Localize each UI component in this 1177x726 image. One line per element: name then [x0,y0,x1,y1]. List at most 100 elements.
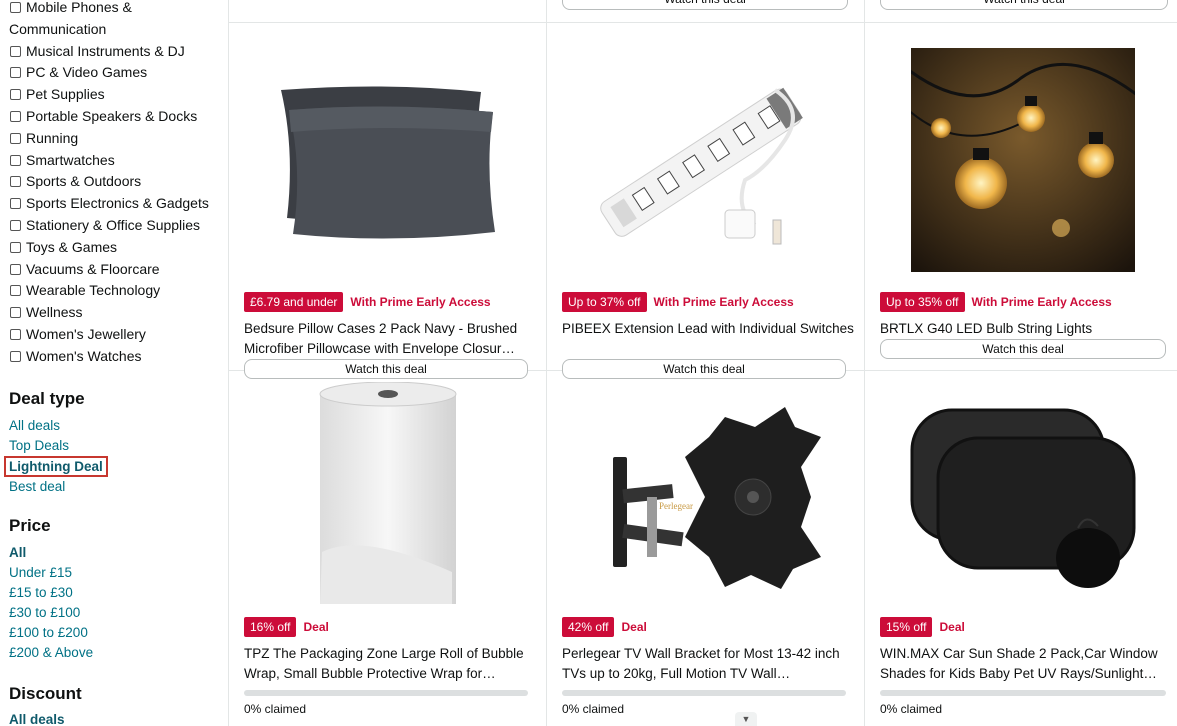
deal-type-heading: Deal type [9,389,85,408]
category-label: Wearable Technology [26,282,161,299]
deal-badges: Up to 35% off With Prime Early Access [880,292,1112,312]
category-label: Pet Supplies [26,86,105,103]
checkbox[interactable] [10,198,21,210]
checkbox[interactable] [10,285,21,297]
watch-deal-button[interactable]: Watch this deal [880,339,1166,359]
product-image-bubble-wrap[interactable] [228,382,546,612]
discount-badge: Up to 37% off [562,292,647,312]
product-title-link[interactable]: Bedsure Pillow Cases 2 Pack Navy - Brush… [244,319,536,359]
tv-bracket-image: Perlegear [613,407,821,589]
price-100-200-link[interactable]: £100 to £200 [9,623,219,643]
watch-deal-button[interactable]: Watch this deal [562,0,848,10]
checkbox[interactable] [10,350,21,362]
product-title-link[interactable]: WIN.MAX Car Sun Shade 2 Pack,Car Window … [880,644,1172,684]
price-30-100-link[interactable]: £30 to £100 [9,603,219,623]
price-200-above-link[interactable]: £200 & Above [9,643,219,663]
category-label: Toys & Games [26,238,118,255]
deal-type-best-link[interactable]: Best deal [9,477,219,497]
deal-label: With Prime Early Access [653,295,794,309]
category-option[interactable]: PC & Video Games [9,62,223,84]
price-links: All Under £15 £15 to £30 £30 to £100 £10… [9,543,219,663]
price-all-link[interactable]: All [9,543,219,563]
checkbox[interactable] [10,67,21,79]
category-option[interactable]: Women's Jewellery [9,324,223,346]
product-image-pillowcases[interactable] [228,36,546,284]
discount-badge: 42% off [562,617,615,637]
checkbox[interactable] [10,132,21,144]
filter-sidebar: Mobile Phones & Communication Musical In… [0,0,226,726]
price-under-15-link[interactable]: Under £15 [9,563,219,583]
price-heading: Price [9,516,51,535]
category-option[interactable]: Sports & Outdoors [9,171,223,193]
category-option-continued[interactable]: Communication [9,19,223,41]
deal-label: With Prime Early Access [971,295,1112,309]
category-option[interactable]: Wearable Technology [9,280,223,302]
discount-all-link[interactable]: All deals [9,710,219,726]
category-label: Portable Speakers & Docks [26,107,198,124]
scroll-down-icon[interactable]: ▼ [735,712,757,726]
checkbox[interactable] [10,89,21,101]
claimed-progress-bar [244,690,528,696]
deal-badges: £6.79 and under With Prime Early Access [244,292,491,312]
deal-card[interactable]: Up to 35% off With Prime Early Access BR… [864,22,1177,370]
watch-deal-button[interactable]: Watch this deal [880,0,1168,10]
deal-type-lightning-link[interactable]: Lightning Deal [4,456,108,477]
product-title-link[interactable]: TPZ The Packaging Zone Large Roll of Bub… [244,644,536,684]
checkbox[interactable] [10,110,21,122]
price-15-30-link[interactable]: £15 to £30 [9,583,219,603]
category-option[interactable]: Running [9,128,223,150]
checkbox[interactable] [10,176,21,188]
deal-card[interactable]: Perlegear 42% off Deal Perlegear TV Wall… [546,370,864,718]
claimed-status: 0% claimed [244,702,307,716]
product-title-link[interactable]: Perlegear TV Wall Bracket for Most 13-42… [562,644,854,684]
deal-card[interactable]: 16% off Deal TPZ The Packaging Zone Larg… [228,370,546,718]
checkbox[interactable] [10,328,21,340]
deals-grid: Watch this deal Watch this deal £6.79 an… [228,0,1177,726]
category-option[interactable]: Stationery & Office Supplies [9,215,223,237]
checkbox[interactable] [10,45,21,57]
deal-card[interactable]: £6.79 and under With Prime Early Access … [228,22,546,379]
product-image-tv-bracket[interactable]: Perlegear [546,382,864,612]
discount-badge: £6.79 and under [244,292,344,312]
category-label: Musical Instruments & DJ [26,42,185,59]
product-image-string-lights[interactable] [864,36,1177,284]
checkbox[interactable] [10,241,21,253]
checkbox[interactable] [10,263,21,275]
category-label: Sports Electronics & Gadgets [26,195,209,212]
category-option[interactable]: Women's Watches [9,346,223,368]
category-option[interactable]: Smartwatches [9,150,223,172]
deal-badges: Up to 37% off With Prime Early Access [562,292,794,312]
checkbox[interactable] [10,2,21,13]
deal-card[interactable]: 15% off Deal WIN.MAX Car Sun Shade 2 Pac… [864,370,1177,718]
product-image-sun-shade[interactable] [864,382,1177,612]
category-option[interactable]: Mobile Phones & [9,0,223,19]
category-option[interactable]: Portable Speakers & Docks [9,106,223,128]
category-label: Women's Jewellery [26,325,146,342]
category-label: Mobile Phones & [26,0,132,15]
category-option[interactable]: Toys & Games [9,237,223,259]
category-option[interactable]: Vacuums & Floorcare [9,259,223,281]
discount-badge: 16% off [244,617,297,637]
product-title-link[interactable]: PIBEEX Extension Lead with Individual Sw… [562,319,854,359]
category-label: Vacuums & Floorcare [26,260,160,277]
deal-label: Deal [303,620,329,634]
checkbox[interactable] [10,154,21,166]
checkbox[interactable] [10,219,21,231]
category-option[interactable]: Pet Supplies [9,84,223,106]
deal-type-all-link[interactable]: All deals [9,416,219,436]
discount-badge: Up to 35% off [880,292,965,312]
discount-links: All deals [9,710,219,726]
deal-card[interactable]: Up to 37% off With Prime Early Access PI… [546,22,864,379]
category-option[interactable]: Wellness [9,302,223,324]
deal-badges: 15% off Deal [880,617,965,637]
category-label: Sports & Outdoors [26,173,142,190]
product-image-extension-lead[interactable] [546,36,864,284]
deal-badges: 16% off Deal [244,617,329,637]
deal-type-top-link[interactable]: Top Deals [9,436,219,456]
category-option[interactable]: Musical Instruments & DJ [9,41,223,63]
product-title-link[interactable]: BRTLX G40 LED Bulb String Lights [880,319,1172,339]
deal-label: With Prime Early Access [350,295,491,309]
category-filter-list: Mobile Phones & Communication Musical In… [9,0,223,368]
category-option[interactable]: Sports Electronics & Gadgets [9,193,223,215]
checkbox[interactable] [10,307,21,319]
